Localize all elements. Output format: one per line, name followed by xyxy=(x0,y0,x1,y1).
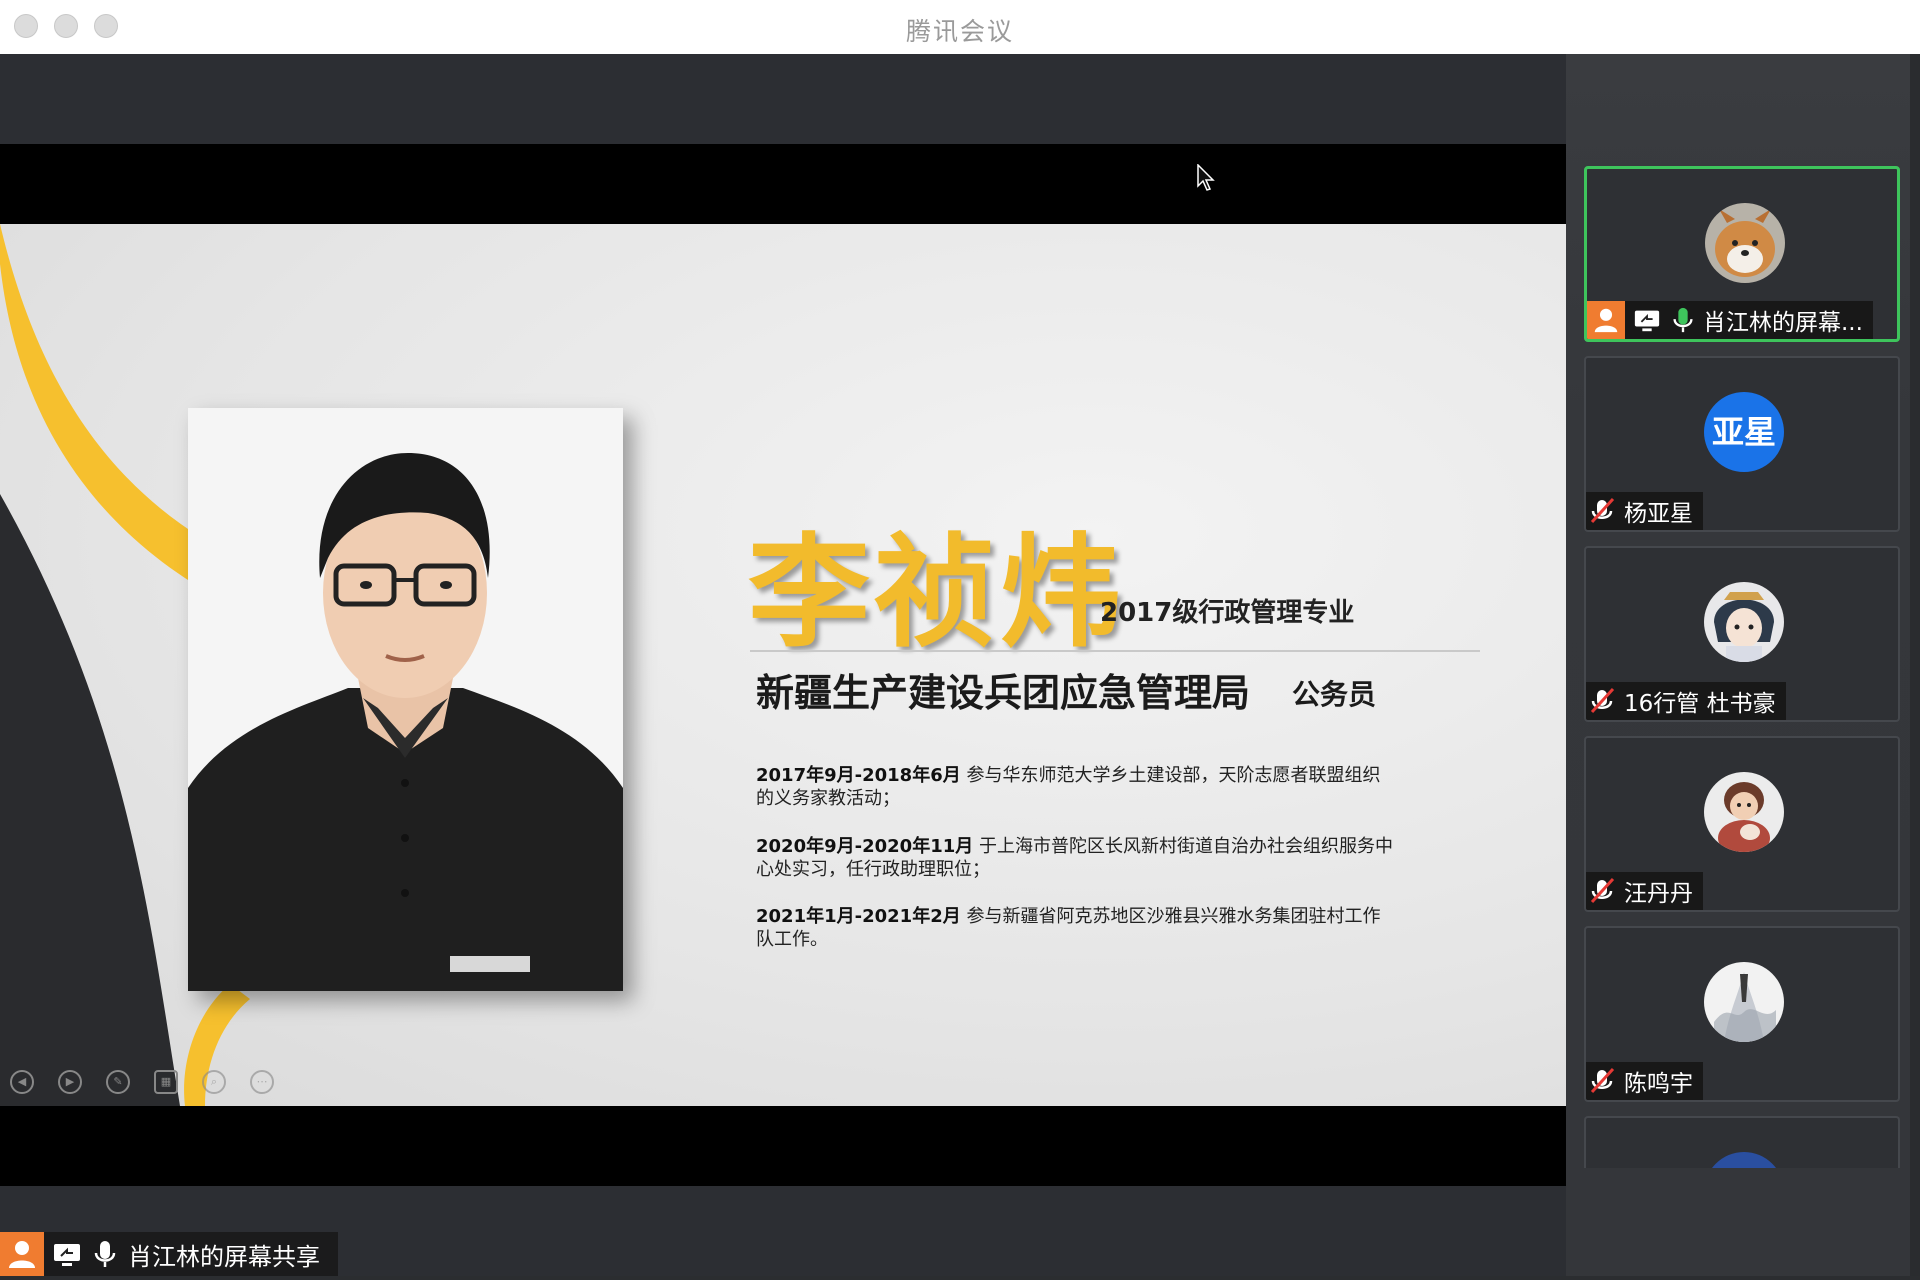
participant-tile[interactable]: 16行管 杜书豪 xyxy=(1584,546,1900,722)
shared-screen-area: 李祯炜 2017级行政管理专业 新疆生产建设兵团应急管理局 公务员 2017年9… xyxy=(0,54,1566,1276)
letterbox-top xyxy=(0,144,1566,224)
person-photo xyxy=(188,408,623,991)
participant-tile[interactable]: 亚星 杨亚星 xyxy=(1584,356,1900,532)
person-organization: 新疆生产建设兵团应急管理局 xyxy=(756,671,1251,715)
microphone-icon xyxy=(90,1239,120,1269)
zoom-icon[interactable]: ⌕ xyxy=(202,1070,226,1094)
person-icon xyxy=(1587,301,1625,339)
participant-name: 陈鸣宇 xyxy=(1624,1071,1693,1097)
text-avatar: 亚星 xyxy=(1704,392,1784,472)
pen-icon[interactable]: ✎ xyxy=(106,1070,130,1094)
slides-grid-icon[interactable]: ▦ xyxy=(154,1070,178,1094)
title-bar: 腾讯会议 xyxy=(0,0,1920,55)
experience-period: 2020年9月-2020年11月 xyxy=(756,836,974,857)
cartoon-avatar xyxy=(1704,772,1784,852)
participant-name: 肖江林的屏幕... xyxy=(1703,310,1863,336)
person-role: 公务员 xyxy=(1292,678,1377,711)
presenter-label: 肖江林的屏幕共享 xyxy=(0,1232,338,1276)
participant-tile[interactable]: 汪丹丹 xyxy=(1584,736,1900,912)
participant-name: 16行管 杜书豪 xyxy=(1624,691,1776,717)
participant-label: 杨亚星 xyxy=(1586,492,1703,530)
participant-label: 16行管 杜书豪 xyxy=(1586,682,1786,720)
microphone-muted-icon xyxy=(1586,872,1618,910)
next-slide-icon[interactable]: ▶ xyxy=(58,1070,82,1094)
participant-name: 杨亚星 xyxy=(1624,501,1693,527)
mouse-cursor-icon xyxy=(1197,164,1215,191)
window-title: 腾讯会议 xyxy=(905,17,1014,46)
shiba-dog-avatar xyxy=(1705,203,1785,283)
experience-item: 2021年1月-2021年2月 参与新疆省阿克苏地区沙雅县兴雅水务集团驻村工作队… xyxy=(756,905,1396,951)
screen-share-icon xyxy=(52,1239,82,1269)
participant-label: 肖江林的屏幕... xyxy=(1587,301,1873,339)
microphone-active-icon xyxy=(1669,306,1697,334)
microphone-muted-icon xyxy=(1586,682,1618,720)
person-icon xyxy=(0,1232,44,1276)
previous-slide-icon[interactable]: ◀ xyxy=(10,1070,34,1094)
participant-label: 汪丹丹 xyxy=(1586,872,1703,910)
participant-tile[interactable]: 肖江林的屏幕... xyxy=(1584,166,1900,342)
person-name: 李祯炜 xyxy=(748,522,1126,664)
partial-avatar xyxy=(1704,1152,1784,1168)
experience-item: 2017年9月-2018年6月 参与华东师范大学乡土建设部，天阶志愿者联盟组织的… xyxy=(756,764,1396,810)
experience-item: 2020年9月-2020年11月 于上海市普陀区长风新村街道自治办社会组织服务中… xyxy=(756,835,1396,881)
presentation-slide: 李祯炜 2017级行政管理专业 新疆生产建设兵团应急管理局 公务员 2017年9… xyxy=(0,224,1566,1106)
microphone-muted-icon xyxy=(1586,492,1618,530)
experience-period: 2021年1月-2021年2月 xyxy=(756,906,961,927)
anime-avatar xyxy=(1704,582,1784,662)
figure-avatar xyxy=(1704,962,1784,1042)
divider xyxy=(750,650,1480,652)
screen-share-icon xyxy=(1633,306,1661,334)
person-major: 2017级行政管理专业 xyxy=(1100,598,1355,628)
participant-label: 陈鸣宇 xyxy=(1586,1062,1703,1100)
participant-name: 汪丹丹 xyxy=(1624,881,1693,907)
participant-tile[interactable] xyxy=(1584,1116,1900,1168)
presenter-label-text: 肖江林的屏幕共享 xyxy=(128,1242,320,1271)
microphone-muted-icon xyxy=(1586,1062,1618,1100)
experience-period: 2017年9月-2018年6月 xyxy=(756,765,961,786)
more-options-icon[interactable]: ⋯ xyxy=(250,1070,274,1094)
letterbox-bottom xyxy=(0,1106,1566,1186)
participant-tile[interactable]: 陈鸣宇 xyxy=(1584,926,1900,1102)
window-edge xyxy=(1910,54,1920,1276)
